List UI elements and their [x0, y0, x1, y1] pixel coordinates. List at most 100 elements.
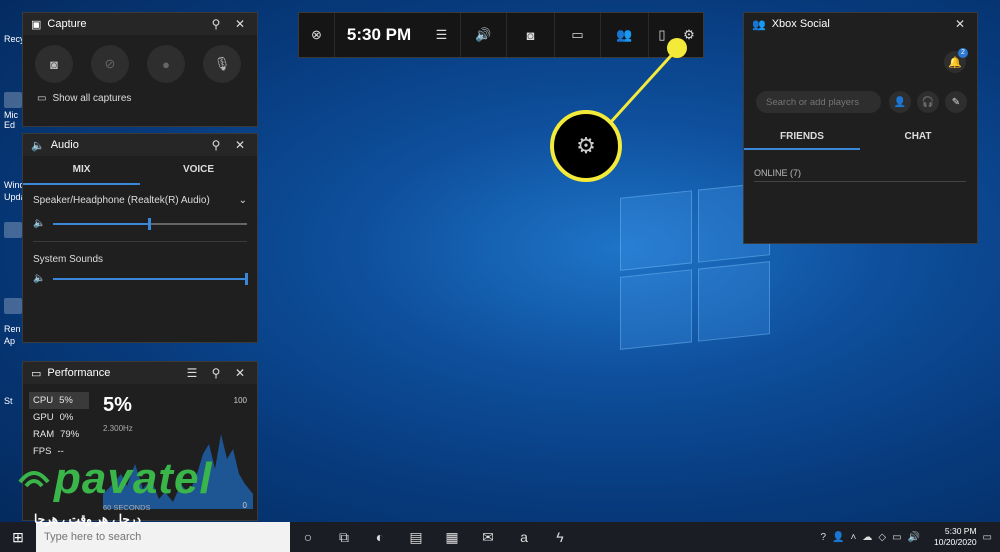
notification-center-icon[interactable]: ▭ — [983, 532, 992, 543]
dropbox-icon[interactable]: ◇ — [878, 532, 886, 543]
show-all-captures-link[interactable]: ▭ Show all captures — [23, 89, 257, 108]
tab-mix[interactable]: MIX — [23, 156, 140, 185]
camera-icon: ◙ — [50, 56, 58, 72]
system-volume-knob[interactable] — [245, 272, 248, 285]
watermark: pavatel درجا ، هر وقت ، هرجا — [16, 454, 248, 526]
search-players-input[interactable] — [756, 91, 881, 113]
online-group-header[interactable]: ONLINE (7) — [754, 168, 966, 182]
taskbar-search-input[interactable] — [36, 522, 290, 552]
party-button[interactable]: 🎧 — [917, 91, 939, 113]
device-volume-knob[interactable] — [148, 217, 152, 230]
close-icon[interactable]: ✕ — [231, 366, 249, 380]
metric-value: 5% — [59, 395, 73, 406]
taskbar-clock[interactable]: 5:30 PM 10/20/2020 — [934, 526, 977, 548]
widget-menu-button[interactable]: ☰ — [423, 13, 461, 57]
folder-icon: ▤ — [409, 528, 423, 545]
store-button[interactable]: ▦ — [434, 522, 470, 552]
capture-widget-button[interactable]: ◙ — [507, 13, 555, 57]
cortana-button[interactable]: ○ — [290, 522, 326, 552]
compose-icon: ✎ — [951, 96, 961, 108]
desktop-icon-label: Ren — [4, 324, 21, 334]
gamebar-time: 5:30 PM — [346, 25, 412, 44]
capture-icon: ▣ — [31, 18, 42, 31]
performance-icon: ▭ — [571, 27, 584, 42]
headset-icon: 🎧 — [921, 96, 935, 108]
task-view-button[interactable]: ⧉ — [326, 522, 362, 552]
amazon-button[interactable]: a — [506, 522, 542, 552]
audio-device-select[interactable]: Speaker/Headphone (Realtek(R) Audio) ⌄ — [23, 185, 257, 206]
options-icon[interactable]: ☰ — [183, 366, 201, 380]
edge-icon: ◐ — [375, 529, 385, 545]
mail-icon: ✉ — [482, 528, 494, 545]
metric-value: 0% — [59, 412, 74, 423]
desktop-icon[interactable] — [4, 298, 22, 314]
social-tabs: FRIENDS CHAT — [744, 125, 976, 150]
audio-tabs: MIX VOICE — [23, 156, 257, 185]
screenshot-button[interactable]: ◙ — [35, 45, 73, 83]
start-button[interactable]: ⊞ — [0, 522, 36, 552]
desktop-icon-label: Ap — [4, 336, 16, 346]
watermark-tagline: درجا ، هر وقت ، هرجا — [34, 512, 141, 526]
record-last-button[interactable]: ⊘ — [91, 45, 129, 83]
performance-widget-button[interactable]: ▭ — [555, 13, 601, 57]
system-volume-slider[interactable] — [53, 272, 248, 285]
volume-icon[interactable]: 🔊 — [908, 532, 920, 543]
xbox-button[interactable]: ⊗ — [299, 13, 335, 57]
metric-ram[interactable]: RAM 79% — [29, 426, 89, 443]
pin-icon[interactable]: ⚲ — [207, 138, 225, 152]
capture-title: Capture — [47, 18, 87, 30]
audio-widget-button[interactable]: 🔊 — [461, 13, 507, 57]
amazon-icon: a — [520, 529, 528, 545]
task-view-icon: ⧉ — [339, 528, 349, 545]
wifi-logo-icon — [18, 471, 50, 488]
tab-voice[interactable]: VOICE — [140, 156, 257, 185]
metric-label: CPU — [33, 395, 54, 406]
metric-cpu[interactable]: CPU 5% — [29, 392, 89, 409]
add-friend-button[interactable]: 👤 — [889, 91, 911, 113]
help-icon[interactable]: ? — [821, 532, 827, 543]
audio-widget: 🔈 Audio ⚲ ✕ MIX VOICE Speaker/Headphone … — [22, 133, 258, 343]
social-icon: 👥 — [616, 27, 633, 42]
app-button[interactable]: ϟ — [542, 522, 578, 552]
mic-toggle-button[interactable]: 🎙 — [203, 45, 241, 83]
friends-icon: 👥 — [752, 18, 766, 31]
chevron-up-icon[interactable]: ˄ — [851, 532, 857, 543]
metric-gpu[interactable]: GPU 0% — [29, 409, 89, 426]
callout-dot — [667, 38, 687, 58]
desktop-icon[interactable] — [4, 92, 22, 108]
close-icon[interactable]: ✕ — [951, 17, 969, 31]
cortana-icon: ○ — [303, 529, 313, 545]
tab-friends[interactable]: FRIENDS — [744, 125, 860, 150]
compose-button[interactable]: ✎ — [945, 91, 967, 113]
system-tray: ? 👤 ˄ ☁ ◇ ▭ 🔊 5:30 PM 10/20/2020 ▭ — [821, 526, 1000, 548]
record-button[interactable]: ● — [147, 45, 185, 83]
device-volume-slider[interactable] — [53, 217, 247, 230]
system-volume-row: 🔈 — [23, 265, 257, 296]
mail-button[interactable]: ✉ — [470, 522, 506, 552]
file-explorer-button[interactable]: ▤ — [398, 522, 434, 552]
monitor-icon: ▭ — [31, 367, 42, 380]
speaker-icon: 🔈 — [33, 273, 46, 284]
pin-icon[interactable]: ⚲ — [207, 366, 225, 380]
close-icon[interactable]: ✕ — [231, 17, 249, 31]
close-icon[interactable]: ✕ — [231, 138, 249, 152]
edge-button[interactable]: ◐ — [362, 522, 398, 552]
settings-icon: ⚙ — [683, 27, 695, 42]
mouse-icon: ▯ — [658, 27, 666, 42]
tab-chat[interactable]: CHAT — [860, 125, 976, 150]
record-last-icon: ⊘ — [104, 56, 116, 71]
people-icon[interactable]: 👤 — [832, 532, 844, 543]
mic-off-icon: 🎙 — [213, 56, 231, 71]
pin-icon[interactable]: ⚲ — [207, 17, 225, 31]
clock-date: 10/20/2020 — [934, 537, 977, 547]
capture-widget: ▣ Capture ⚲ ✕ ◙ ⊘ ● 🎙 ▭ Show all capture… — [22, 12, 258, 127]
system-volume-fill — [53, 277, 247, 280]
notification-badge: 2 — [958, 48, 968, 58]
metric-list: CPU 5% GPU 0% RAM 79% FPS -- — [29, 392, 89, 460]
desktop-icon[interactable] — [4, 222, 22, 238]
network-icon[interactable]: ▭ — [892, 532, 901, 543]
social-title: Xbox Social — [771, 18, 830, 30]
store-icon: ▦ — [445, 528, 459, 545]
onedrive-icon[interactable]: ☁ — [862, 532, 872, 543]
graph-max-label: 100 — [233, 396, 247, 405]
